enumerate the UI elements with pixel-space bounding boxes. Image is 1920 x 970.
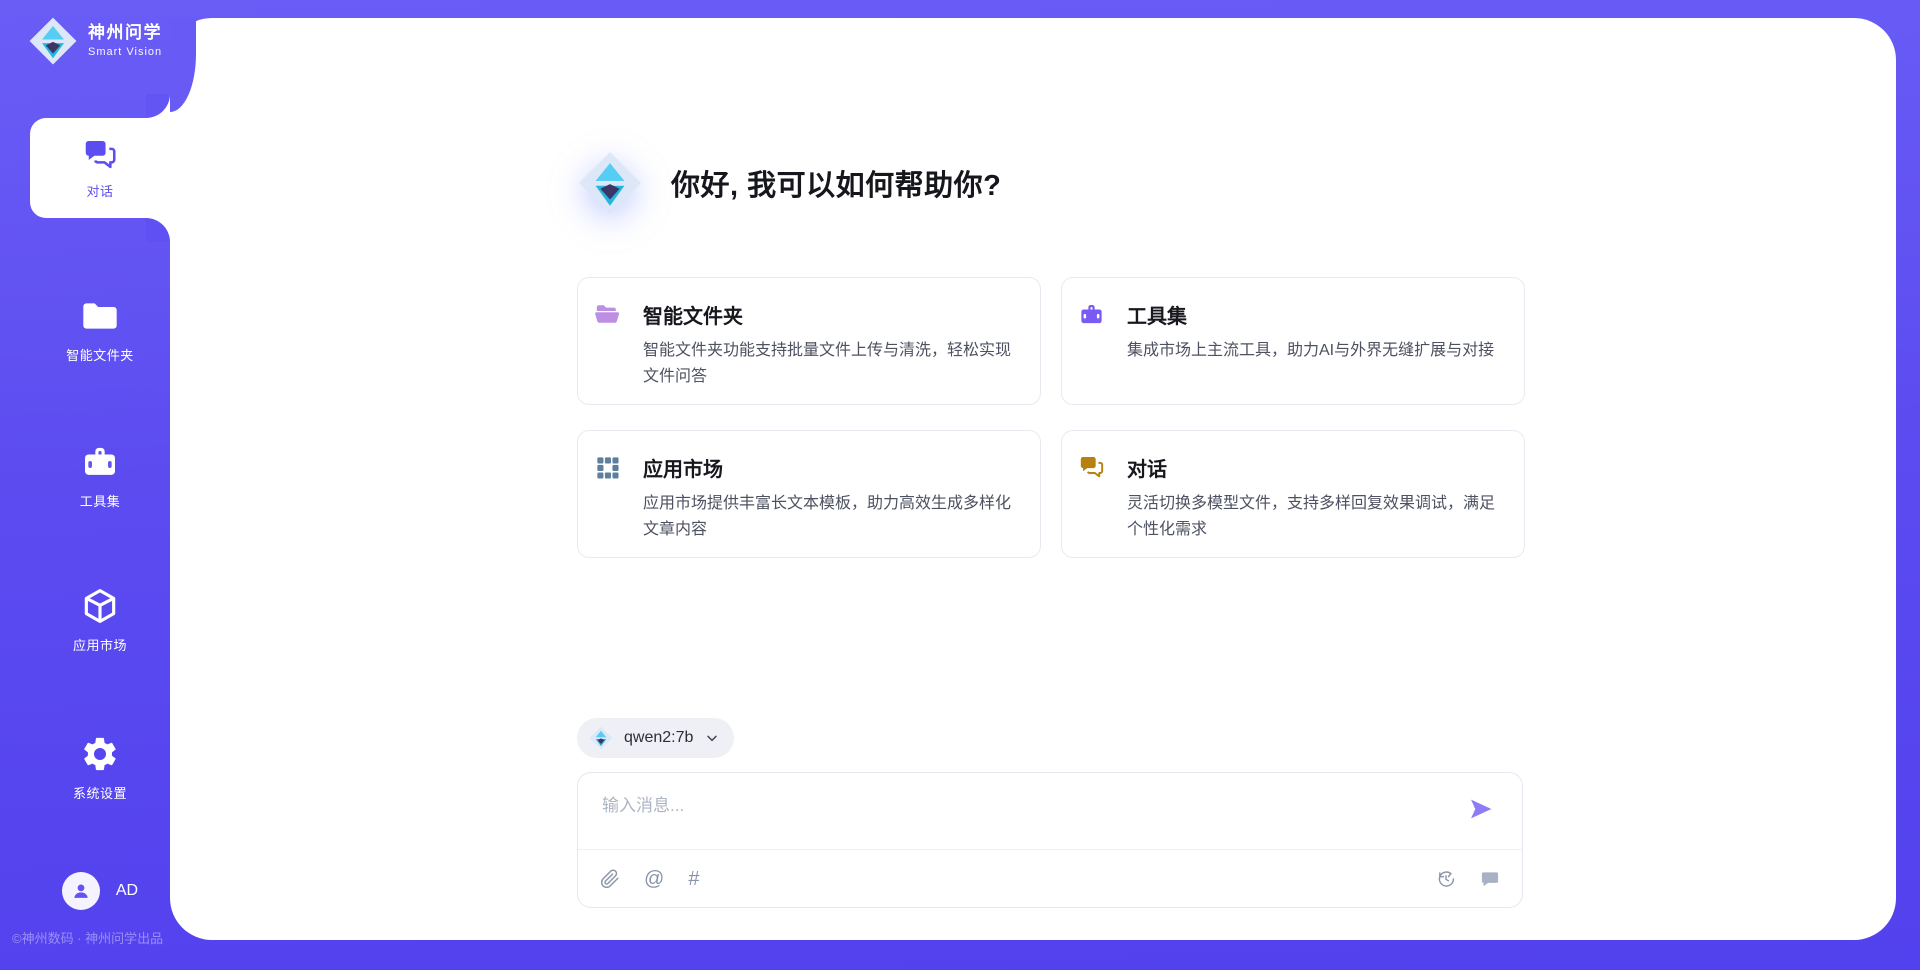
assistant-logo-icon bbox=[577, 150, 643, 216]
sidebar-item-chat[interactable]: 对话 bbox=[30, 118, 170, 218]
model-name: qwen2:7b bbox=[624, 729, 693, 747]
chat-icon bbox=[1078, 454, 1105, 481]
history-icon bbox=[1436, 869, 1456, 889]
message-input[interactable] bbox=[600, 789, 1430, 839]
composer-toolbar: @ # bbox=[578, 850, 1522, 907]
user-profile[interactable]: AD bbox=[30, 872, 170, 910]
brand-logo-icon bbox=[28, 16, 78, 66]
topic-button[interactable]: # bbox=[688, 869, 699, 889]
card-title: 对话 bbox=[1127, 453, 1504, 482]
brand-text: 神州问学 Smart Vision bbox=[88, 24, 162, 58]
card-title: 智能文件夹 bbox=[643, 300, 1020, 329]
card-text: 智能文件夹 智能文件夹功能支持批量文件上传与清洗，轻松实现文件问答 bbox=[643, 300, 1020, 404]
paperclip-icon bbox=[600, 869, 620, 889]
card-app-market[interactable]: 应用市场 应用市场提供丰富长文本模板，助力高效生成多样化文章内容 bbox=[577, 430, 1041, 558]
active-tab-connector-bottom bbox=[146, 218, 170, 242]
card-title: 应用市场 bbox=[643, 453, 1020, 482]
greeting: 你好, 我可以如何帮助你? bbox=[577, 150, 1001, 216]
greeting-title: 你好, 我可以如何帮助你? bbox=[671, 162, 1001, 204]
sidebar: 神州问学 Smart Vision 对话 智能文件夹 工具集 bbox=[0, 0, 170, 970]
chevron-down-icon bbox=[704, 730, 720, 746]
cube-icon bbox=[80, 586, 120, 626]
main-panel: 你好, 我可以如何帮助你? 智能文件夹 智能文件夹功能支持批量文件上传与清洗，轻… bbox=[170, 18, 1896, 940]
card-description: 灵活切换多模型文件，支持多样回复效果调试，满足个性化需求 bbox=[1127, 491, 1504, 542]
sidebar-item-label: 工具集 bbox=[80, 491, 121, 510]
new-chat-button[interactable] bbox=[1480, 869, 1500, 889]
sidebar-item-label: 系统设置 bbox=[73, 783, 127, 802]
sidebar-item-label: 智能文件夹 bbox=[66, 345, 134, 364]
card-description: 集成市场上主流工具，助力AI与外界无缝扩展与对接 bbox=[1127, 338, 1494, 364]
at-icon: @ bbox=[644, 869, 664, 889]
history-button[interactable] bbox=[1436, 869, 1456, 889]
copyright-footer: ©神州数码 · 神州问学出品 bbox=[12, 928, 163, 947]
brand-title: 神州问学 bbox=[88, 24, 162, 43]
attach-file-button[interactable] bbox=[600, 869, 620, 889]
active-tab-connector-top bbox=[146, 94, 170, 118]
send-button[interactable] bbox=[1466, 795, 1496, 825]
main-content: 你好, 我可以如何帮助你? 智能文件夹 智能文件夹功能支持批量文件上传与清洗，轻… bbox=[577, 18, 1525, 940]
sidebar-item-label: 应用市场 bbox=[73, 635, 127, 654]
brand: 神州问学 Smart Vision bbox=[28, 16, 162, 66]
person-icon bbox=[70, 880, 92, 902]
card-text: 工具集 集成市场上主流工具，助力AI与外界无缝扩展与对接 bbox=[1127, 300, 1494, 404]
sidebar-item-settings[interactable]: 系统设置 bbox=[30, 734, 170, 802]
user-name: AD bbox=[116, 882, 138, 900]
card-description: 智能文件夹功能支持批量文件上传与清洗，轻松实现文件问答 bbox=[643, 338, 1020, 389]
folder-icon bbox=[80, 296, 120, 336]
card-chat[interactable]: 对话 灵活切换多模型文件，支持多样回复效果调试，满足个性化需求 bbox=[1061, 430, 1525, 558]
avatar bbox=[62, 872, 100, 910]
card-description: 应用市场提供丰富长文本模板，助力高效生成多样化文章内容 bbox=[643, 491, 1020, 542]
toolbox-icon bbox=[1078, 301, 1105, 328]
card-smart-folders[interactable]: 智能文件夹 智能文件夹功能支持批量文件上传与清洗，轻松实现文件问答 bbox=[577, 277, 1041, 405]
sidebar-item-toolset[interactable]: 工具集 bbox=[30, 442, 170, 510]
folder-open-icon bbox=[594, 301, 621, 328]
toolbox-icon bbox=[80, 442, 120, 482]
model-selector[interactable]: qwen2:7b bbox=[577, 718, 734, 758]
grid-icon bbox=[594, 454, 621, 481]
card-text: 对话 灵活切换多模型文件，支持多样回复效果调试，满足个性化需求 bbox=[1127, 453, 1504, 557]
model-logo-icon bbox=[589, 726, 613, 750]
chat-icon bbox=[82, 137, 118, 173]
sidebar-item-label: 对话 bbox=[86, 181, 113, 200]
send-icon bbox=[1468, 796, 1494, 822]
card-title: 工具集 bbox=[1127, 300, 1494, 329]
sidebar-item-app-market[interactable]: 应用市场 bbox=[30, 586, 170, 654]
feature-cards: 智能文件夹 智能文件夹功能支持批量文件上传与清洗，轻松实现文件问答 工具集 集成… bbox=[577, 277, 1525, 558]
gear-icon bbox=[80, 734, 120, 774]
hash-icon: # bbox=[688, 869, 699, 889]
card-text: 应用市场 应用市场提供丰富长文本模板，助力高效生成多样化文章内容 bbox=[643, 453, 1020, 557]
card-toolset[interactable]: 工具集 集成市场上主流工具，助力AI与外界无缝扩展与对接 bbox=[1061, 277, 1525, 405]
sidebar-item-smart-folders[interactable]: 智能文件夹 bbox=[30, 296, 170, 364]
comment-icon bbox=[1480, 869, 1500, 889]
mention-button[interactable]: @ bbox=[644, 869, 664, 889]
brand-subtitle: Smart Vision bbox=[88, 46, 162, 58]
composer: @ # bbox=[577, 772, 1523, 908]
